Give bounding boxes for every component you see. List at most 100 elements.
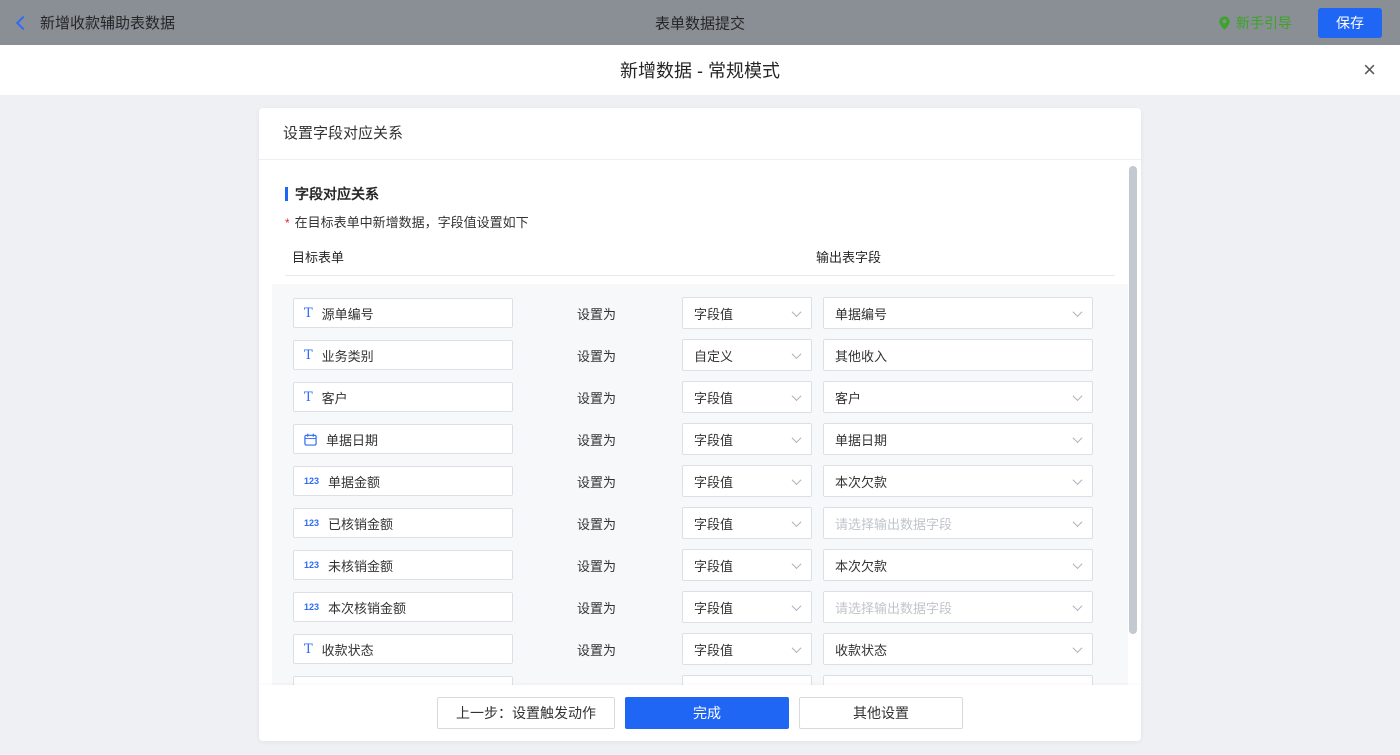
- chevron-down-icon: [791, 432, 802, 443]
- output-field-select[interactable]: 本次欠款: [823, 465, 1093, 497]
- set-as-label: 设置为: [577, 474, 617, 490]
- location-pin-icon: [1218, 15, 1231, 31]
- mapping-row: 单据日期 设置为 字段值 单据日期: [286, 418, 1128, 460]
- output-field-text: 请选择输出数据字段: [835, 600, 953, 616]
- target-field-label: 单据日期: [326, 432, 379, 448]
- target-field-label: 收款状态: [321, 642, 374, 658]
- column-header-output: 输出表字段: [816, 250, 882, 265]
- section-title: 字段对应关系: [285, 184, 1115, 204]
- value-mode-select[interactable]: 字段值: [682, 549, 812, 581]
- output-field-select[interactable]: 单据日期: [823, 423, 1093, 455]
- chevron-down-icon: [1072, 474, 1083, 485]
- column-headers: 目标表单 输出表字段: [285, 247, 1115, 276]
- output-field-select[interactable]: 本次欠款: [823, 549, 1093, 581]
- number-field-icon: 123: [304, 475, 320, 486]
- target-field-box[interactable]: 123 单据金额: [293, 466, 513, 496]
- chevron-left-icon: [15, 15, 31, 30]
- target-field-box[interactable]: 单据日期: [293, 424, 513, 454]
- chevron-down-icon: [791, 348, 802, 359]
- set-as-label: 设置为: [577, 306, 617, 322]
- chevron-down-icon: [791, 390, 802, 401]
- note-text: * 在目标表单中新增数据，字段值设置如下: [285, 215, 529, 230]
- field-mapping-card: 设置字段对应关系 字段对应关系 * 在目标表单中新增数据，字段值设置如下 目标表单…: [259, 108, 1141, 741]
- scrollbar-thumb[interactable]: [1129, 166, 1137, 634]
- chevron-down-icon: [1072, 642, 1083, 653]
- output-field-select[interactable]: 收款状态: [823, 633, 1093, 665]
- set-as-label: 设置为: [577, 390, 617, 406]
- text-field-icon: T: [304, 641, 313, 657]
- modal-title: 新增数据 - 常规模式: [620, 61, 780, 81]
- target-field-box[interactable]: 123 本次核销金额: [293, 592, 513, 622]
- required-asterisk: *: [285, 216, 290, 230]
- value-mode-text: 自定义: [694, 348, 734, 364]
- target-field-label: 已核销金额: [328, 516, 394, 532]
- prev-step-button[interactable]: 上一步：设置触发动作: [437, 697, 615, 729]
- topbar-actions: 新手引导 保存: [1218, 7, 1382, 38]
- chevron-down-icon: [791, 474, 802, 485]
- target-field-box[interactable]: 123 已核销金额: [293, 508, 513, 538]
- value-mode-text: 字段值: [694, 306, 734, 322]
- modal-header: 新增数据 - 常规模式 ×: [0, 45, 1400, 95]
- set-as-label: 设置为: [577, 516, 617, 532]
- output-field-select[interactable]: 请选择输出数据字段: [823, 507, 1093, 539]
- chevron-down-icon: [791, 642, 802, 653]
- column-header-target: 目标表单: [292, 250, 345, 265]
- mapping-row: 123 本次核销金额 设置为 字段值 请选择输出数据字段: [286, 586, 1128, 628]
- target-field-label: 业务类别: [321, 348, 374, 364]
- output-field-select[interactable]: 其他收入: [823, 339, 1093, 371]
- target-field-box[interactable]: T 源单编号: [293, 298, 513, 328]
- close-icon[interactable]: ×: [1363, 59, 1376, 81]
- back-button[interactable]: 新增收款辅助表数据: [15, 12, 176, 33]
- guide-label: 新手引导: [1236, 14, 1292, 31]
- output-field-text: 客户: [835, 390, 862, 406]
- target-field-box[interactable]: T 收款状态: [293, 634, 513, 664]
- output-field-select[interactable]: 单据编号: [823, 297, 1093, 329]
- target-field-label: 单据金额: [328, 474, 381, 490]
- mapping-row: T 收款状态 设置为 字段值 收款状态: [286, 628, 1128, 670]
- value-mode-text: 字段值: [694, 474, 734, 490]
- output-field-text: 请选择输出数据字段: [835, 516, 953, 532]
- text-field-icon: T: [304, 305, 313, 321]
- card-title: 设置字段对应关系: [259, 108, 1141, 160]
- value-mode-select[interactable]: 字段值: [682, 465, 812, 497]
- set-as-label: 设置为: [577, 432, 617, 448]
- output-field-text: 单据日期: [835, 432, 888, 448]
- value-mode-text: 字段值: [694, 390, 734, 406]
- top-bar: 新增收款辅助表数据 表单数据提交 新手引导 保存: [0, 0, 1400, 45]
- number-field-icon: 123: [304, 517, 320, 528]
- target-field-box[interactable]: 123 未核销金额: [293, 550, 513, 580]
- value-mode-select[interactable]: 字段值: [682, 633, 812, 665]
- value-mode-select[interactable]: 字段值: [682, 423, 812, 455]
- back-label: 新增收款辅助表数据: [40, 15, 176, 32]
- done-button[interactable]: 完成: [625, 697, 789, 729]
- output-field-select[interactable]: 客户: [823, 381, 1093, 413]
- number-field-icon: 123: [304, 601, 320, 612]
- rows-container: T 源单编号 设置为 字段值 单据编号 T 业务类别 设置为 自定义 其他收入 …: [272, 284, 1128, 688]
- chevron-down-icon: [1072, 516, 1083, 527]
- value-mode-select[interactable]: 自定义: [682, 339, 812, 371]
- mapping-row: 123 已核销金额 设置为 字段值 请选择输出数据字段: [286, 502, 1128, 544]
- target-field-box[interactable]: T 业务类别: [293, 340, 513, 370]
- card-footer: 上一步：设置触发动作 完成 其他设置: [259, 685, 1141, 741]
- value-mode-select[interactable]: 字段值: [682, 591, 812, 623]
- save-button[interactable]: 保存: [1318, 7, 1382, 38]
- value-mode-select[interactable]: 字段值: [682, 507, 812, 539]
- target-field-label: 源单编号: [321, 306, 374, 322]
- value-mode-text: 字段值: [694, 432, 734, 448]
- value-mode-select[interactable]: 字段值: [682, 297, 812, 329]
- guide-button[interactable]: 新手引导: [1218, 13, 1292, 33]
- chevron-down-icon: [791, 600, 802, 611]
- chevron-down-icon: [1072, 432, 1083, 443]
- chevron-down-icon: [791, 516, 802, 527]
- chevron-down-icon: [791, 558, 802, 569]
- output-field-select[interactable]: 请选择输出数据字段: [823, 591, 1093, 623]
- chevron-down-icon: [1072, 600, 1083, 611]
- mapping-row: 123 未核销金额 设置为 字段值 本次欠款: [286, 544, 1128, 586]
- section-accent-bar: [285, 187, 288, 201]
- set-as-label: 设置为: [577, 348, 617, 364]
- value-mode-select[interactable]: 字段值: [682, 381, 812, 413]
- target-field-box[interactable]: T 客户: [293, 382, 513, 412]
- value-mode-text: 字段值: [694, 642, 734, 658]
- other-settings-button[interactable]: 其他设置: [799, 697, 963, 729]
- chevron-down-icon: [1072, 390, 1083, 401]
